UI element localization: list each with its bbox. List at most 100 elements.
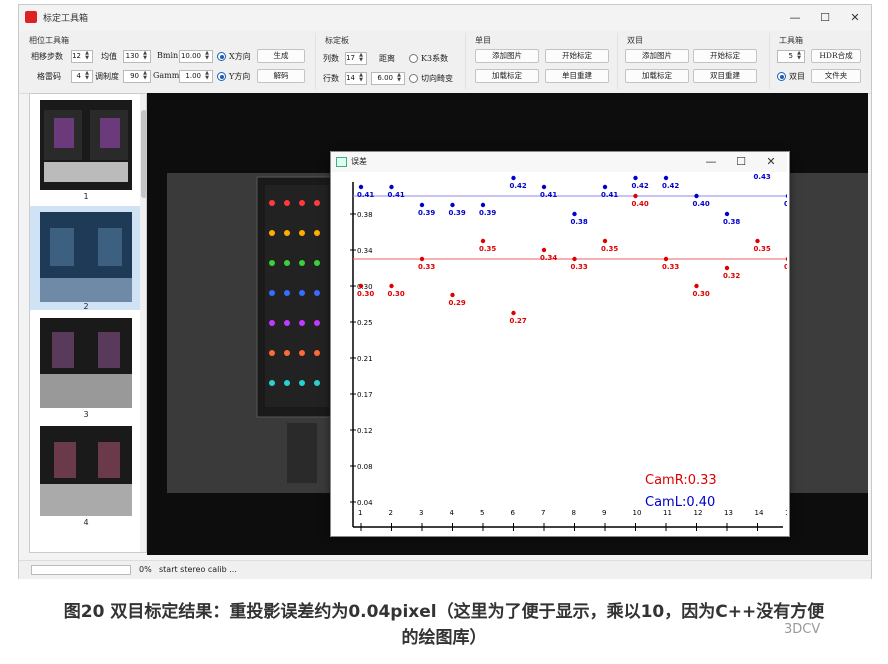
error-plot: 0.380.340.300.250.210.170.120.080.041 2 3 4… xyxy=(350,173,787,531)
camL-value-label: 0.42 xyxy=(510,182,527,190)
camR-point xyxy=(694,283,699,289)
error-plot-window: 误差 — ☐ ✕ 0.38 0.34 0.30 0.25 0.21 0.17 0.12 0.0… xyxy=(330,151,790,537)
camL-point xyxy=(602,184,608,190)
tools-count-spinbox[interactable]: 5 ▲ ▼ xyxy=(777,50,805,63)
stereo-rebuild-button[interactable]: 双目重建 xyxy=(693,69,757,83)
y-tick-label: 0.34 xyxy=(357,247,373,255)
minimize-button[interactable]: — xyxy=(697,152,725,172)
cols-spinbox[interactable]: 17 ▲ ▼ xyxy=(345,52,367,65)
phase-toolbox-group: 相位工具箱 相移步数 12 ▲ ▼ 均值 130 ▲ ▼ Bmin 10.00 ▲ ▼ X方… xyxy=(19,33,316,89)
gamma-spinbox[interactable]: 1.00 ▲ ▼ xyxy=(179,70,213,83)
watermark: 3DCV xyxy=(784,622,821,637)
decode-button[interactable]: 解码 xyxy=(257,69,305,83)
camR-value-label: 0.30 xyxy=(388,290,405,298)
tangent-label: 切向畸变 xyxy=(421,74,453,83)
thumbnail-image[interactable] xyxy=(40,100,132,190)
camR-value-label: 0.32 xyxy=(723,272,740,280)
k3-radio[interactable] xyxy=(409,54,418,63)
title-bar: 标定工具箱 — ☐ ✕ xyxy=(19,5,871,31)
bmin-spinbox[interactable]: 10.00 ▲ ▼ xyxy=(179,50,213,63)
thumbnail-image[interactable] xyxy=(40,426,132,516)
hdr-merge-button[interactable]: HDR合成 xyxy=(811,49,861,63)
camL-point xyxy=(389,184,394,190)
camR-point xyxy=(450,292,455,298)
mono-rebuild-button[interactable]: 单目重建 xyxy=(545,69,609,83)
camL-point xyxy=(511,175,516,181)
close-button[interactable]: ✕ xyxy=(757,152,785,172)
camL-point xyxy=(724,211,730,217)
thumbnail-caption: 1 xyxy=(83,192,89,201)
thumbnail-image[interactable] xyxy=(40,318,132,408)
camL-point xyxy=(663,175,669,181)
mono-load-calib-button[interactable]: 加载标定 xyxy=(475,69,539,83)
thumbnail-scrollbar[interactable] xyxy=(140,94,146,552)
y-tick-label: 0.38 xyxy=(357,211,373,219)
ydir-radio[interactable] xyxy=(217,72,226,81)
mono-start-calib-button[interactable]: 开始标定 xyxy=(545,49,609,63)
camR-point xyxy=(633,193,638,199)
x-tick-label: 10 xyxy=(633,509,642,517)
thumbnail-caption: 2 xyxy=(83,302,89,311)
camL-value-label: 0.39 xyxy=(479,209,496,217)
stereo-add-images-button[interactable]: 添加图片 xyxy=(625,49,689,63)
camR-value-label: 0.35 xyxy=(479,245,496,253)
k3-label: K3系数 xyxy=(421,54,449,63)
mean-spinbox[interactable]: 130 ▲ ▼ xyxy=(123,50,151,63)
camL-value-label: 0.39 xyxy=(449,209,466,217)
maximize-button[interactable]: ☐ xyxy=(727,152,755,172)
x-tick-label: 4 xyxy=(450,509,455,517)
bmin-label: Bmin xyxy=(157,51,179,60)
caption-line-1: 图20 双目标定结果：重投影误差约为0.04pixel（这里为了便于显示，乘以1… xyxy=(63,602,825,622)
generate-button[interactable]: 生成 xyxy=(257,49,305,63)
tools-group: 工具箱 5 ▲ ▼ HDR合成 双目 文件夹 xyxy=(769,33,869,89)
step-spinbox[interactable]: 12 ▲ ▼ xyxy=(71,50,93,63)
camL-value-label: 0.42 xyxy=(662,182,679,190)
camL-value-label: 0.41 xyxy=(388,191,405,199)
x-tick-label: 2 xyxy=(389,509,393,517)
rows-spinbox[interactable]: 14 ▲ ▼ xyxy=(345,72,367,85)
tangent-radio[interactable] xyxy=(409,74,418,83)
camR-point xyxy=(785,257,787,261)
camR-point xyxy=(755,238,760,244)
dist-spinbox[interactable]: 6.00 ▲ ▼ xyxy=(371,72,405,85)
camR-point xyxy=(389,283,394,289)
caption-line-2: 的绘图库） xyxy=(401,628,487,648)
x-tick-label: 12 xyxy=(694,509,703,517)
folder-button[interactable]: 文件夹 xyxy=(811,69,861,83)
camR-point xyxy=(663,256,669,262)
cols-label: 列数 xyxy=(323,54,339,63)
x-tick-label: 8 xyxy=(572,509,576,517)
gray-spinbox[interactable]: 4 ▲ ▼ xyxy=(71,70,93,83)
y-tick-label: 0.08 xyxy=(357,463,373,471)
stereo-load-calib-button[interactable]: 加载标定 xyxy=(625,69,689,83)
mean-label: 均值 xyxy=(101,52,117,61)
camR-value-label: 0.27 xyxy=(510,317,527,325)
y-tick-label: 0.17 xyxy=(357,391,373,399)
window-icon xyxy=(336,157,347,167)
camL-point xyxy=(785,194,787,198)
minimize-button[interactable]: — xyxy=(781,8,809,28)
error-window-title: 误差 xyxy=(351,157,367,166)
close-button[interactable]: ✕ xyxy=(841,8,869,28)
toolbar: 相位工具箱 相移步数 12 ▲ ▼ 均值 130 ▲ ▼ Bmin 10.00 ▲ ▼ X方… xyxy=(19,31,871,94)
stereo-mode-radio[interactable] xyxy=(777,72,786,81)
camR-value-label: 0.33 xyxy=(784,263,787,271)
stereo-start-calib-button[interactable]: 开始标定 xyxy=(693,49,757,63)
camL-value-label: 0.40 xyxy=(784,200,787,208)
phase-group-title: 相位工具箱 xyxy=(29,36,69,45)
step-label: 相移步数 xyxy=(31,52,63,61)
maximize-button[interactable]: ☐ xyxy=(811,8,839,28)
camR-value-label: 0.40 xyxy=(632,200,649,208)
camL-point xyxy=(694,193,699,199)
thumbnail-image-selected[interactable] xyxy=(40,212,132,302)
thumbnail-list: 1 2 3 4 xyxy=(29,93,147,553)
camR-point xyxy=(511,310,516,316)
camR-point xyxy=(602,238,608,244)
mono-add-images-button[interactable]: 添加图片 xyxy=(475,49,539,63)
camL-point xyxy=(419,202,425,208)
mod-spinbox[interactable]: 90 ▲ ▼ xyxy=(123,70,151,83)
camR-value-label: 0.34 xyxy=(540,254,557,262)
xdir-radio[interactable] xyxy=(217,52,226,61)
camL-point xyxy=(572,211,577,217)
status-message: start stereo calib ... xyxy=(159,565,237,574)
